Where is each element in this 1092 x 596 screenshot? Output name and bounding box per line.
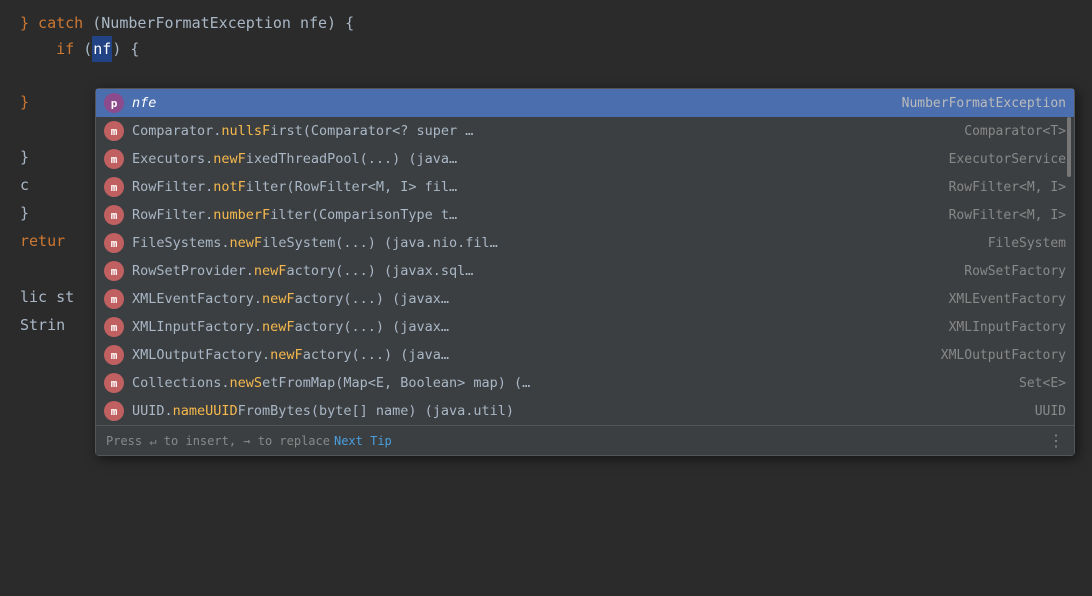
- ac-icon-m-2: m: [104, 149, 124, 169]
- ac-icon-m-1: m: [104, 121, 124, 141]
- ac-type-9: XMLOutputFactory: [941, 348, 1066, 363]
- ac-icon-m-10: m: [104, 373, 124, 393]
- ac-label-11: UUID.nameUUIDFromBytes(byte[] name) (jav…: [132, 403, 1019, 419]
- ac-type-5: FileSystem: [988, 236, 1066, 251]
- ac-icon-m-9: m: [104, 345, 124, 365]
- ac-item-9[interactable]: m XMLOutputFactory.newFactory(...) (java…: [96, 341, 1074, 369]
- code-lines-behind: } } c } retur lic st Strin: [20, 88, 74, 340]
- autocomplete-footer: Press ↵ to insert, → to replace Next Tip…: [96, 425, 1074, 455]
- ac-item-3[interactable]: m RowFilter.notFilter(RowFilter<M, I> fi…: [96, 173, 1074, 201]
- ac-label-10: Collections.newSetFromMap(Map<E, Boolean…: [132, 375, 1003, 391]
- scroll-indicator[interactable]: [1067, 117, 1071, 177]
- ac-item-5[interactable]: m FileSystems.newFileSystem(...) (java.n…: [96, 229, 1074, 257]
- ac-item-4[interactable]: m RowFilter.numberFilter(ComparisonType …: [96, 201, 1074, 229]
- ac-label-2: Executors.newFixedThreadPool(...) (java…: [132, 151, 933, 167]
- next-tip-button[interactable]: Next Tip: [334, 434, 392, 448]
- footer-hint-text: Press ↵ to insert, → to replace: [106, 434, 330, 448]
- ac-type-7: XMLEventFactory: [949, 292, 1066, 307]
- ac-type-3: RowFilter<M, I>: [949, 180, 1066, 195]
- ac-label-9: XMLOutputFactory.newFactory(...) (java…: [132, 347, 925, 363]
- ac-item-11[interactable]: m UUID.nameUUIDFromBytes(byte[] name) (j…: [96, 397, 1074, 425]
- ac-type-4: RowFilter<M, I>: [949, 208, 1066, 223]
- ac-item-10[interactable]: m Collections.newSetFromMap(Map<E, Boole…: [96, 369, 1074, 397]
- autocomplete-dropdown: p nfe NumberFormatException m Comparator…: [95, 88, 1075, 456]
- ac-item-8[interactable]: m XMLInputFactory.newFactory(...) (javax…: [96, 313, 1074, 341]
- ac-label-4: RowFilter.numberFilter(ComparisonType t…: [132, 207, 933, 223]
- ac-icon-m-11: m: [104, 401, 124, 421]
- ac-type-8: XMLInputFactory: [949, 320, 1066, 335]
- ac-type-2: ExecutorService: [949, 152, 1066, 167]
- ac-icon-m-3: m: [104, 177, 124, 197]
- code-line-1: } catch (NumberFormatException nfe) {: [20, 10, 1072, 36]
- ac-type-6: RowSetFactory: [964, 264, 1066, 279]
- ac-label-3: RowFilter.notFilter(RowFilter<M, I> fil…: [132, 179, 933, 195]
- ac-icon-m-4: m: [104, 205, 124, 225]
- code-line-2: if (nf) {: [20, 36, 1072, 62]
- ac-item-1[interactable]: m Comparator.nullsFirst(Comparator<? sup…: [96, 117, 1074, 145]
- ac-label-8: XMLInputFactory.newFactory(...) (javax…: [132, 319, 933, 335]
- ac-icon-m-6: m: [104, 261, 124, 281]
- ac-type-0: NumberFormatException: [902, 96, 1066, 111]
- ac-type-1: Comparator<T>: [964, 124, 1066, 139]
- ac-icon-m-7: m: [104, 289, 124, 309]
- ac-label-1: Comparator.nullsFirst(Comparator<? super…: [132, 123, 948, 139]
- ac-item-7[interactable]: m XMLEventFactory.newFactory(...) (javax…: [96, 285, 1074, 313]
- ac-item-2[interactable]: m Executors.newFixedThreadPool(...) (jav…: [96, 145, 1074, 173]
- ac-label-6: RowSetProvider.newFactory(...) (javax.sq…: [132, 263, 948, 279]
- ac-type-11: UUID: [1035, 404, 1066, 419]
- ac-label-5: FileSystems.newFileSystem(...) (java.nio…: [132, 235, 972, 251]
- ac-icon-p: p: [104, 93, 124, 113]
- more-options-icon[interactable]: ⋮: [1048, 431, 1064, 450]
- ac-item-6[interactable]: m RowSetProvider.newFactory(...) (javax.…: [96, 257, 1074, 285]
- ac-type-10: Set<E>: [1019, 376, 1066, 391]
- ac-icon-m-5: m: [104, 233, 124, 253]
- ac-label-0: nfe: [132, 95, 886, 111]
- ac-icon-m-8: m: [104, 317, 124, 337]
- ac-label-7: XMLEventFactory.newFactory(...) (javax…: [132, 291, 933, 307]
- ac-item-0[interactable]: p nfe NumberFormatException: [96, 89, 1074, 117]
